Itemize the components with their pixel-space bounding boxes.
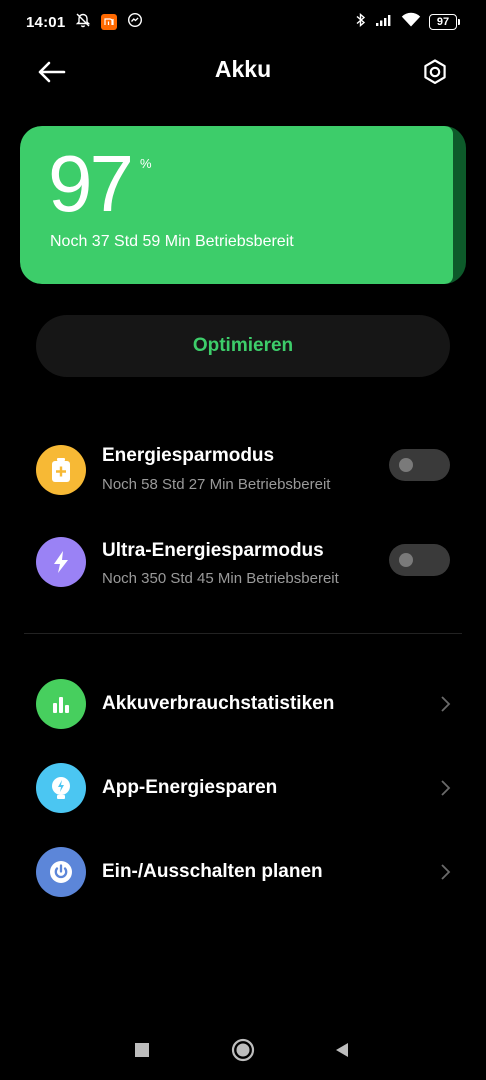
- optimize-button[interactable]: Optimieren: [36, 315, 450, 377]
- power-icon: [36, 847, 86, 897]
- status-bar-left: 14:01: [26, 12, 143, 32]
- home-circle-icon: [231, 1038, 255, 1062]
- chevron-right-icon: [441, 864, 451, 880]
- mi-app-icon: [101, 14, 118, 30]
- battery-remaining-time: Noch 37 Std 59 Min Betriebsbereit: [50, 233, 294, 250]
- gear-icon: [424, 59, 446, 84]
- battery-tip: [458, 19, 460, 25]
- schedule-power-row[interactable]: Ein-/Ausschalten planen: [0, 837, 486, 907]
- bluetooth-icon: [355, 12, 367, 32]
- toggle-knob: [399, 553, 413, 567]
- ultra-power-saving-mode-row[interactable]: Ultra-Energiesparmodus Noch 350 Std 45 M…: [0, 535, 486, 615]
- battery-screen: 14:01 97 Akku 97 % Noch 37 Std 59 Min Be…: [0, 0, 486, 1080]
- battery-icon: 97: [429, 14, 460, 30]
- messenger-icon: [127, 12, 143, 32]
- wifi-icon: [401, 12, 421, 32]
- schedule-power-title: Ein-/Ausschalten planen: [102, 861, 323, 882]
- power-saving-mode-subtitle: Noch 58 Std 27 Min Betriebsbereit: [102, 476, 331, 493]
- ultra-power-saving-mode-toggle[interactable]: [389, 544, 450, 576]
- home-button[interactable]: [223, 1030, 263, 1070]
- chevron-right-icon: [441, 780, 451, 796]
- system-navigation-bar: [0, 1030, 486, 1070]
- battery-level-text: 97: [429, 14, 457, 30]
- back-triangle-icon: [336, 1043, 348, 1057]
- power-saving-mode-row[interactable]: Energiesparmodus Noch 58 Std 27 Min Betr…: [0, 440, 486, 520]
- recents-button[interactable]: [122, 1030, 162, 1070]
- nav-back-button[interactable]: [322, 1030, 362, 1070]
- status-bar: 14:01 97: [0, 0, 486, 44]
- signal-icon: [375, 13, 393, 31]
- recents-square-icon: [135, 1043, 149, 1057]
- battery-percent-sign: %: [140, 156, 152, 171]
- battery-percentage: 97: [48, 139, 134, 228]
- bar-chart-icon: [36, 679, 86, 729]
- bulb-bolt-icon: [36, 763, 86, 813]
- status-time: 14:01: [26, 13, 66, 31]
- ultra-power-saving-mode-subtitle: Noch 350 Std 45 Min Betriebsbereit: [102, 570, 339, 587]
- power-saving-mode-title: Energiesparmodus: [102, 445, 275, 466]
- app-battery-saver-title: App-Energiesparen: [102, 777, 278, 798]
- status-bar-right: 97: [355, 12, 460, 32]
- section-divider: [24, 633, 462, 634]
- power-saving-mode-toggle[interactable]: [389, 449, 450, 481]
- page-title: Akku: [214, 56, 272, 82]
- ultra-power-saving-mode-title: Ultra-Energiesparmodus: [102, 540, 324, 561]
- battery-usage-stats-row[interactable]: Akkuverbrauchstatistiken: [0, 669, 486, 739]
- battery-plus-icon: [36, 445, 86, 495]
- lightning-icon: [36, 537, 86, 587]
- toggle-knob: [399, 458, 413, 472]
- chevron-right-icon: [441, 696, 451, 712]
- alarm-off-icon: [75, 12, 91, 32]
- battery-usage-stats-title: Akkuverbrauchstatistiken: [102, 693, 335, 714]
- settings-button[interactable]: [420, 57, 450, 87]
- header: Akku: [0, 44, 486, 100]
- app-battery-saver-row[interactable]: App-Energiesparen: [0, 753, 486, 823]
